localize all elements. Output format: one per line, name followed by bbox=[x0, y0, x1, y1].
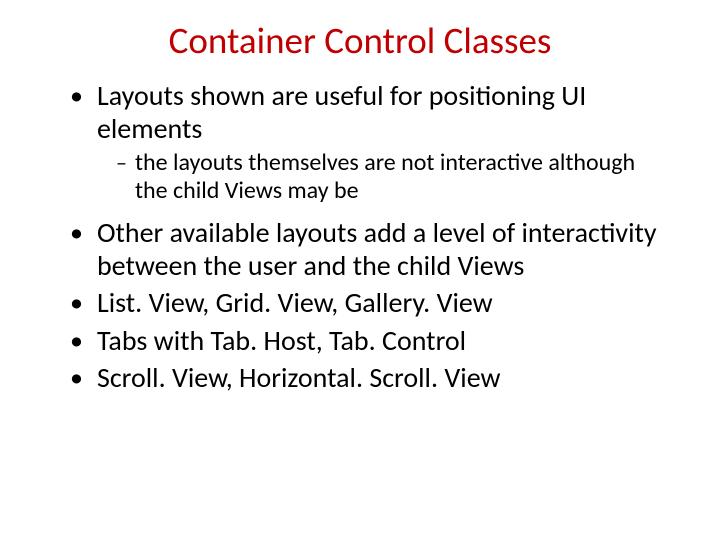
bullet-level1: • Scroll. View, Horizontal. Scroll. View bbox=[50, 361, 670, 395]
slide-container: Container Control Classes • Layouts show… bbox=[0, 0, 720, 429]
bullet-level1: • Layouts shown are useful for positioni… bbox=[50, 79, 670, 145]
bullet-marker-l2: – bbox=[116, 149, 127, 178]
bullet-text: List. View, Grid. View, Gallery. View bbox=[97, 286, 670, 319]
bullet-marker-l1: • bbox=[70, 286, 83, 320]
bullet-text: Scroll. View, Horizontal. Scroll. View bbox=[97, 361, 670, 394]
bullet-marker-l1: • bbox=[70, 361, 83, 395]
bullet-marker-l1: • bbox=[70, 79, 83, 113]
bullet-level1: • List. View, Grid. View, Gallery. View bbox=[50, 286, 670, 320]
slide-title: Container Control Classes bbox=[50, 18, 670, 63]
bullet-level2: – the layouts themselves are not interac… bbox=[50, 149, 670, 206]
bullet-level1: • Other available layouts add a level of… bbox=[50, 216, 670, 282]
bullet-level1: • Tabs with Tab. Host, Tab. Control bbox=[50, 324, 670, 358]
bullet-marker-l1: • bbox=[70, 216, 83, 250]
slide-content: • Layouts shown are useful for positioni… bbox=[50, 79, 670, 395]
bullet-text: Tabs with Tab. Host, Tab. Control bbox=[97, 324, 670, 357]
bullet-text: Other available layouts add a level of i… bbox=[97, 216, 670, 282]
bullet-text: the layouts themselves are not interacti… bbox=[135, 149, 670, 206]
bullet-text: Layouts shown are useful for positioning… bbox=[97, 79, 670, 145]
bullet-marker-l1: • bbox=[70, 324, 83, 358]
